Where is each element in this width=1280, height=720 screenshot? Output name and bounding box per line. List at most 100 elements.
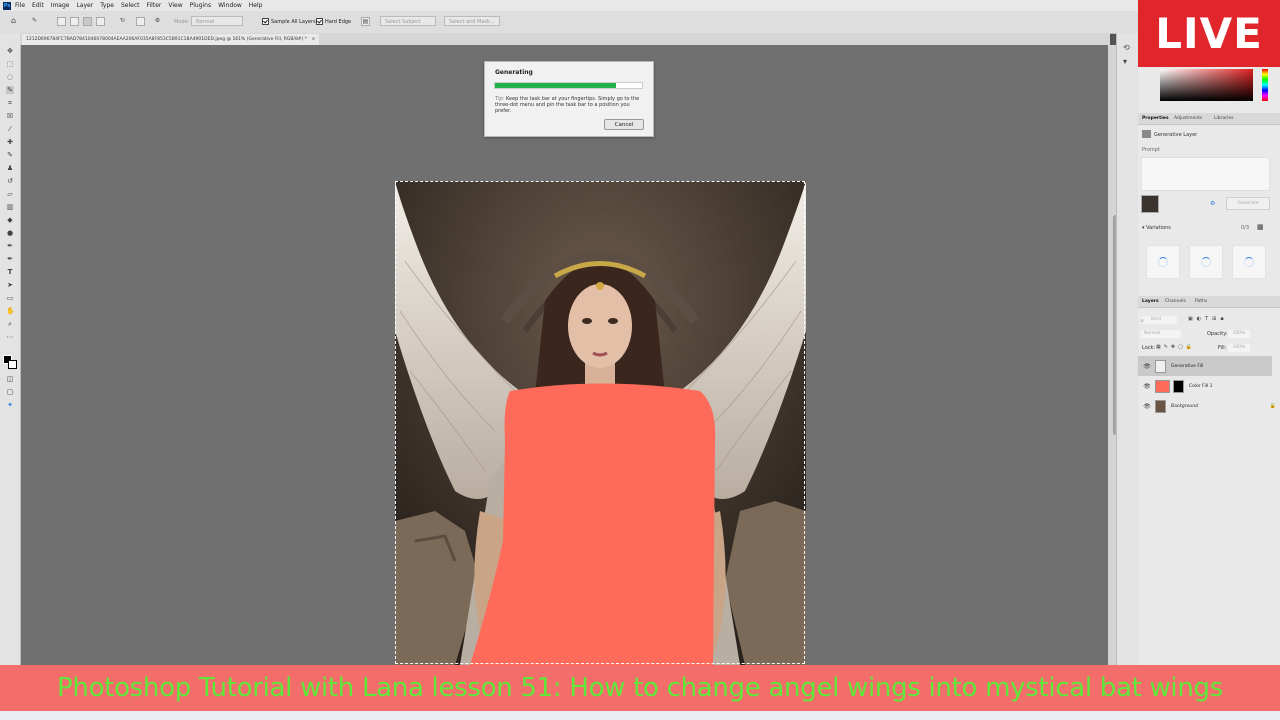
tab-layers[interactable]: Layers <box>1142 299 1159 304</box>
select-subject-button[interactable]: Select Subject <box>380 16 436 26</box>
document-tab[interactable]: 1212D696784FC7BAD7841046078004AEAA206AF0… <box>22 34 320 45</box>
refine-icon[interactable]: ▤ <box>361 17 370 26</box>
layer-row-color-fill[interactable]: 👁 Color Fill 1 <box>1138 376 1272 396</box>
variation-loading-2[interactable] <box>1189 245 1223 279</box>
visibility-eye-icon[interactable]: 👁 <box>1143 403 1151 410</box>
layer-name: Background <box>1171 403 1198 409</box>
tools-panel: ✥ ⬚ ◌ ✎ ⌗ ☒ ⁄ ✚ ✎ ♟ ↺ ▱ ▥ ◆ ● ✒ ✒ T ➤ ▭ … <box>0 33 21 665</box>
document-canvas-image[interactable] <box>395 181 806 665</box>
variation-loading-3[interactable] <box>1232 245 1266 279</box>
tab-properties[interactable]: Properties <box>1142 116 1169 121</box>
panel-dock-strip: ⟲ ▾ <box>1116 33 1139 665</box>
tab-channels[interactable]: Channels <box>1165 299 1186 304</box>
path-selection-icon[interactable]: ➤ <box>6 281 14 289</box>
select-and-mask-button[interactable]: Select and Mask... <box>444 16 500 26</box>
menu-help[interactable]: Help <box>249 2 263 9</box>
background-color-swatch[interactable] <box>8 360 17 369</box>
eraser-tool-icon[interactable]: ▱ <box>6 190 14 198</box>
brush-tool-icon[interactable]: ✎ <box>6 151 14 159</box>
color-picker-field[interactable] <box>1160 69 1253 101</box>
prompt-label: Prompt <box>1142 147 1160 153</box>
grid-view-icon[interactable]: ▦ <box>1257 223 1264 231</box>
hand-tool-icon[interactable]: ✋ <box>6 307 15 315</box>
zoom-tool-icon[interactable]: ⌕ <box>6 320 14 328</box>
variation-loading-1[interactable] <box>1146 245 1180 279</box>
prompt-input[interactable] <box>1141 157 1270 191</box>
screen-mode-icon[interactable]: ▢ <box>6 388 14 396</box>
menu-plugins[interactable]: Plugins <box>190 2 212 9</box>
history-brush-icon[interactable]: ↺ <box>6 177 14 185</box>
intersect-selection-icon[interactable] <box>96 17 105 26</box>
visibility-eye-icon[interactable]: 👁 <box>1143 383 1151 390</box>
sample-all-layers-checkbox[interactable]: Sample All Layers <box>262 18 316 25</box>
clone-stamp-icon[interactable]: ♟ <box>6 164 14 172</box>
type-tool-icon[interactable]: T <box>6 268 14 276</box>
eyedropper-tool-icon[interactable]: ⁄ <box>6 125 14 133</box>
reference-image-thumb[interactable] <box>1141 195 1159 213</box>
settings-gear-icon[interactable]: ⚙ <box>153 17 162 26</box>
generative-icon[interactable]: ✦ <box>6 401 14 409</box>
progress-bar <box>494 82 643 89</box>
layer-type-label: Generative Layer <box>1154 132 1198 138</box>
frame-tool-icon[interactable]: ☒ <box>6 112 14 120</box>
generating-dialog: Generating Tip: Keep the task bar at you… <box>484 61 654 137</box>
menu-window[interactable]: Window <box>218 2 242 9</box>
generate-button[interactable]: Generate <box>1226 197 1270 210</box>
vertical-scrollbar[interactable] <box>1108 45 1119 665</box>
add-to-selection-icon[interactable] <box>70 17 79 26</box>
menu-file[interactable]: File <box>15 2 25 9</box>
crop-tool-icon[interactable]: ⌗ <box>6 99 14 107</box>
menu-image[interactable]: Image <box>51 2 70 9</box>
menu-layer[interactable]: Layer <box>76 2 93 9</box>
menu-edit[interactable]: Edit <box>32 2 44 9</box>
close-tab-icon[interactable]: × <box>311 37 315 42</box>
history-panel-icon[interactable]: ⟲ <box>1123 43 1130 52</box>
generate-settings-icon[interactable]: ⚙ <box>1210 200 1215 207</box>
blur-tool-icon[interactable]: ◆ <box>6 216 14 224</box>
variations-label: ▾ Variations <box>1142 225 1171 231</box>
pen-tool-2-icon[interactable]: ✒ <box>6 255 14 263</box>
layer-row-generative-fill[interactable]: 👁 Generative Fill <box>1138 356 1272 376</box>
home-icon[interactable]: ⌂ <box>9 17 18 26</box>
refresh-icon[interactable]: ↻ <box>118 17 127 26</box>
quick-select-tool-icon[interactable]: ✎ <box>6 86 14 94</box>
rectangle-tool-icon[interactable]: ▭ <box>6 294 14 302</box>
menu-select[interactable]: Select <box>121 2 140 9</box>
menu-filter[interactable]: Filter <box>147 2 162 9</box>
tab-libraries[interactable]: Libraries <box>1214 116 1233 121</box>
opacity-input[interactable]: 100% <box>1228 330 1250 338</box>
photoshop-logo-icon: Ps <box>3 1 11 10</box>
move-tool-icon[interactable]: ✥ <box>6 47 14 55</box>
layer-filter-input[interactable]: Kind <box>1141 316 1177 324</box>
new-selection-icon[interactable] <box>57 17 66 26</box>
quick-selection-tool-icon[interactable]: ✎ <box>30 17 39 26</box>
lasso-tool-icon[interactable]: ◌ <box>6 73 14 81</box>
marquee-tool-icon[interactable]: ⬚ <box>6 60 14 68</box>
more-tools-icon[interactable]: ⋯ <box>6 333 14 341</box>
tab-paths[interactable]: Paths <box>1195 299 1207 304</box>
mode-select[interactable]: Normal <box>191 16 243 26</box>
hard-edge-checkbox[interactable]: Hard Edge <box>316 18 351 25</box>
layer-filter-icons[interactable]: ▣◐T⊞▪ <box>1188 316 1228 322</box>
taskbar <box>0 711 1280 720</box>
comments-panel-icon[interactable]: ▾ <box>1123 57 1127 66</box>
layer-row-background[interactable]: 👁 Background 🔒 <box>1138 396 1276 416</box>
gradient-tool-icon[interactable]: ▥ <box>6 203 14 211</box>
cancel-button[interactable]: Cancel <box>604 119 644 130</box>
menu-type[interactable]: Type <box>100 2 114 9</box>
healing-brush-icon[interactable]: ✚ <box>6 138 14 146</box>
blend-mode-select[interactable]: Normal <box>1141 330 1181 338</box>
subtract-from-selection-icon[interactable] <box>83 17 92 26</box>
lock-label: Lock: <box>1142 345 1156 351</box>
hue-slider[interactable] <box>1262 69 1268 101</box>
quick-mask-icon[interactable]: ◫ <box>6 375 14 383</box>
fill-input[interactable]: 100% <box>1228 344 1250 352</box>
visibility-eye-icon[interactable]: 👁 <box>1143 363 1151 370</box>
layer-thumbnail <box>1155 399 1166 413</box>
dodge-tool-icon[interactable]: ● <box>6 229 14 237</box>
menu-view[interactable]: View <box>168 2 182 9</box>
brush-options-icon[interactable] <box>136 17 145 26</box>
pen-tool-icon[interactable]: ✒ <box>6 242 14 250</box>
lock-icons[interactable]: ▦✎✥▢🔒 <box>1156 344 1195 350</box>
tab-adjustments[interactable]: Adjustments <box>1174 116 1202 121</box>
